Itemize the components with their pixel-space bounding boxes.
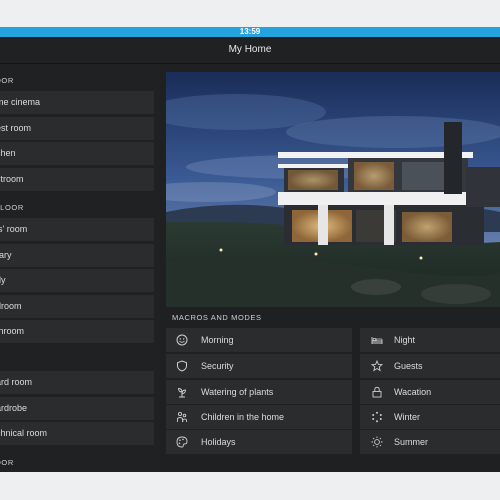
sidebar-section-header <box>0 349 160 367</box>
shield-icon <box>177 360 187 372</box>
device-bezel-top <box>0 0 500 27</box>
macro-summer-button[interactable]: Summer <box>360 430 500 454</box>
macro-label: Children in the home <box>201 412 285 422</box>
macro-holidays-button[interactable]: Holidays <box>166 430 352 454</box>
sidebar-room-item[interactable]: rary <box>0 244 154 267</box>
sidebar-room-item[interactable]: ls' room <box>0 218 154 241</box>
macro-morning-button[interactable]: Morning <box>166 328 352 352</box>
house-photo <box>166 72 500 307</box>
sidebar-section-header: OOR <box>0 458 14 467</box>
sidebar-room-item[interactable]: chnical room <box>0 422 154 445</box>
children-icon <box>177 411 187 422</box>
lock-icon <box>372 386 382 398</box>
macro-label: Wacation <box>394 387 432 397</box>
page-title: My Home <box>228 44 272 55</box>
bed-icon <box>371 337 383 344</box>
app-screen: My Home OOR me cinema est room chen stro… <box>0 37 500 472</box>
star-icon <box>371 360 383 372</box>
macro-label: Summer <box>394 437 429 447</box>
sidebar-room-item[interactable]: throom <box>0 320 154 343</box>
sidebar-room-item[interactable]: est room <box>0 117 154 140</box>
macro-children-button[interactable]: Children in the home <box>166 405 352 429</box>
macro-winter-button[interactable]: Winter <box>360 405 500 429</box>
device-bezel-bottom <box>0 472 500 500</box>
macro-label: Watering of plants <box>201 387 274 397</box>
macro-label: Security <box>201 361 234 371</box>
snowflake-icon <box>372 411 382 423</box>
macro-label: Morning <box>201 335 234 345</box>
palette-icon <box>176 436 188 448</box>
sidebar-room-item[interactable]: dy <box>0 269 154 292</box>
sidebar-section-header: FLOOR <box>0 203 24 212</box>
status-time: 13:59 <box>239 27 261 36</box>
sidebar-room-item[interactable]: chen <box>0 142 154 165</box>
sun-icon <box>371 436 383 448</box>
sidebar-section-header: OOR <box>0 76 14 85</box>
macro-night-button[interactable]: Night <box>360 328 500 352</box>
macro-label: Night <box>394 335 416 345</box>
tablet-device: 13:59 My Home OOR me cinema est room che… <box>0 0 500 500</box>
macro-guests-button[interactable]: Guests <box>360 354 500 378</box>
status-bar: 13:59 <box>0 27 500 37</box>
macro-security-button[interactable]: Security <box>166 354 352 378</box>
sidebar-room-item[interactable]: ard room <box>0 371 154 394</box>
sidebar-room-item[interactable]: stroom <box>0 168 154 191</box>
title-bar: My Home <box>0 37 500 64</box>
sidebar-room-item[interactable]: ardrobe <box>0 397 154 420</box>
macro-watering-button[interactable]: Watering of plants <box>166 380 352 404</box>
macro-label: Holidays <box>201 437 236 447</box>
macro-wacation-button[interactable]: Wacation <box>360 380 500 404</box>
macros-title: MACROS AND MODES <box>172 313 262 322</box>
sidebar: OOR me cinema est room chen stroom FLOOR… <box>0 65 160 472</box>
macro-label: Guests <box>394 361 423 371</box>
sidebar-room-item[interactable]: droom <box>0 295 154 318</box>
sidebar-room-item[interactable]: me cinema <box>0 91 154 114</box>
macro-label: Winter <box>394 412 421 422</box>
smiley-icon <box>176 334 188 346</box>
plant-icon <box>178 388 186 398</box>
